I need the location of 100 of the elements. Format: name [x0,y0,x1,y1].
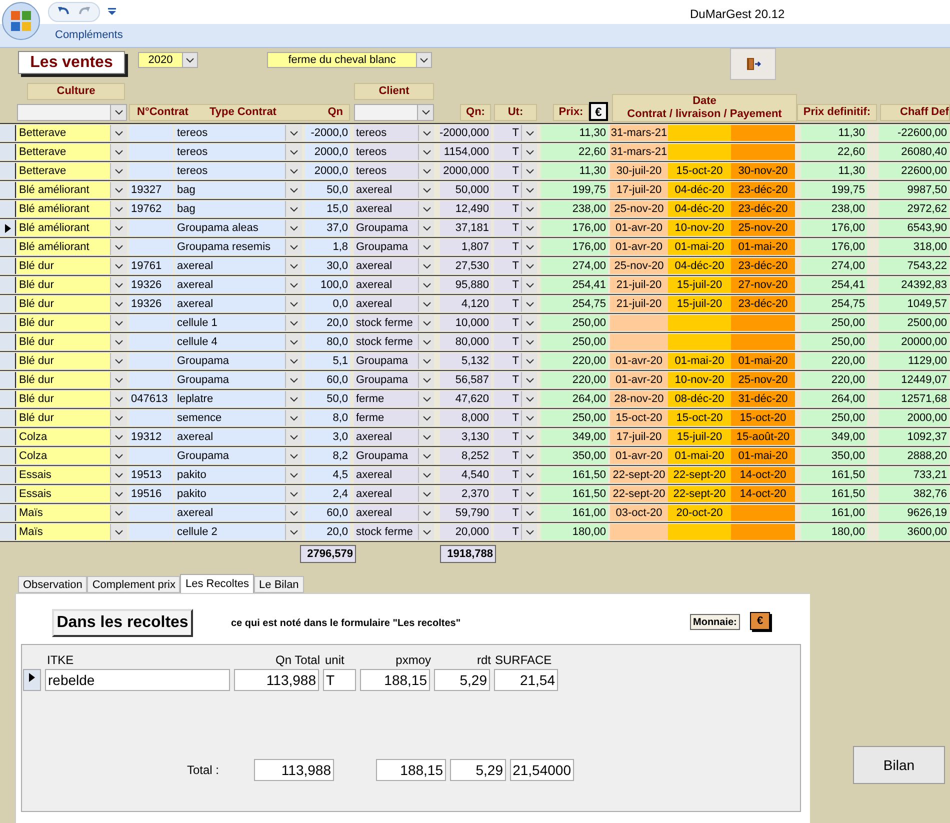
dropdown-button[interactable] [285,163,302,179]
dropdown-button[interactable] [521,391,537,407]
unit-field[interactable]: T [323,669,356,691]
dropdown-button[interactable] [285,277,302,293]
dropdown-button[interactable] [110,296,127,312]
dropdown-button[interactable] [285,315,302,331]
record-selector[interactable] [0,524,16,540]
dropdown-button[interactable] [521,296,537,312]
dropdown-button[interactable] [110,467,127,483]
dropdown-button[interactable] [521,334,537,350]
farm-combo[interactable]: ferme du cheval blanc [267,52,432,68]
dropdown-button[interactable] [110,277,127,293]
dropdown-button[interactable] [285,182,302,198]
rdt-field[interactable]: 5,29 [434,669,490,691]
dropdown-button[interactable] [110,372,127,388]
dropdown-button[interactable] [521,524,537,540]
dropdown-button[interactable] [110,201,127,217]
dropdown-button[interactable] [110,410,127,426]
record-selector[interactable] [0,296,16,312]
record-selector[interactable] [0,334,16,350]
record-selector[interactable] [0,467,16,483]
dropdown-button[interactable] [285,201,302,217]
dropdown-button[interactable] [110,163,127,179]
tab[interactable]: Les Recoltes [180,574,254,593]
bilan-button[interactable]: Bilan [853,746,945,784]
dropdown-button[interactable] [418,201,434,217]
record-selector[interactable] [0,258,16,274]
record-selector[interactable] [0,315,16,331]
dropdown-button[interactable] [285,334,302,350]
customize-icon[interactable] [108,8,116,16]
record-selector[interactable] [0,486,16,502]
dropdown-button[interactable] [110,125,127,141]
dropdown-button[interactable] [285,353,302,369]
dropdown-button[interactable] [285,125,302,141]
dropdown-button[interactable] [521,448,537,464]
dropdown-button[interactable] [110,391,127,407]
dropdown-button[interactable] [285,505,302,521]
qn-total-field[interactable]: 113,988 [234,669,319,691]
dropdown-button[interactable] [521,182,537,198]
dropdown-button[interactable] [418,524,434,540]
dropdown-button[interactable] [110,315,127,331]
dropdown-button[interactable] [285,486,302,502]
record-selector[interactable] [0,125,16,141]
dropdown-button[interactable] [110,258,127,274]
dropdown-button[interactable] [418,125,434,141]
dropdown-button[interactable] [521,258,537,274]
record-selector[interactable] [23,669,41,691]
dropdown-button[interactable] [418,239,434,255]
dropdown-button[interactable] [110,182,127,198]
dropdown-button[interactable] [521,163,537,179]
record-selector[interactable] [0,239,16,255]
dropdown-button[interactable] [110,220,127,236]
dropdown-button[interactable] [110,334,127,350]
dropdown-button[interactable] [110,429,127,445]
currency-button[interactable]: € [589,102,608,121]
dropdown-button[interactable] [418,334,434,350]
dropdown-button[interactable] [521,315,537,331]
dropdown-button[interactable] [521,220,537,236]
record-selector[interactable] [0,429,16,445]
dropdown-button[interactable] [285,372,302,388]
tab[interactable]: Complement prix [87,576,180,593]
surface-field[interactable]: 21,54 [494,669,558,691]
dropdown-button[interactable] [521,372,537,388]
year-combo[interactable]: 2020 [138,52,198,68]
dropdown-button[interactable] [285,448,302,464]
record-selector[interactable] [0,201,16,217]
record-selector[interactable] [0,220,16,236]
exit-button[interactable] [730,48,776,80]
dropdown-button[interactable] [418,448,434,464]
record-selector[interactable] [0,505,16,521]
dropdown-button[interactable] [521,239,537,255]
dropdown-button[interactable] [110,353,127,369]
dropdown-button[interactable] [110,239,127,255]
record-selector[interactable] [0,144,16,160]
dropdown-button[interactable] [285,391,302,407]
currency-button[interactable]: € [750,612,770,630]
dropdown-button[interactable] [521,125,537,141]
record-selector[interactable] [0,448,16,464]
record-selector[interactable] [0,163,16,179]
dropdown-button[interactable] [418,486,434,502]
dropdown-button[interactable] [418,277,434,293]
office-button[interactable] [2,2,40,40]
dropdown-button[interactable] [521,467,537,483]
tab[interactable]: Le Bilan [254,576,304,593]
dropdown-button[interactable] [285,410,302,426]
dropdown-button[interactable] [521,505,537,521]
record-selector[interactable] [0,391,16,407]
pxmoy-field[interactable]: 188,15 [360,669,430,691]
dropdown-button[interactable] [285,296,302,312]
dropdown-button[interactable] [110,144,127,160]
dropdown-button[interactable] [418,182,434,198]
dropdown-button[interactable] [418,296,434,312]
dropdown-button[interactable] [521,277,537,293]
dropdown-button[interactable] [418,315,434,331]
dropdown-button[interactable] [418,163,434,179]
dropdown-button[interactable] [521,144,537,160]
dropdown-button[interactable] [285,239,302,255]
dropdown-button[interactable] [418,372,434,388]
dropdown-button[interactable] [521,201,537,217]
dropdown-button[interactable] [418,258,434,274]
